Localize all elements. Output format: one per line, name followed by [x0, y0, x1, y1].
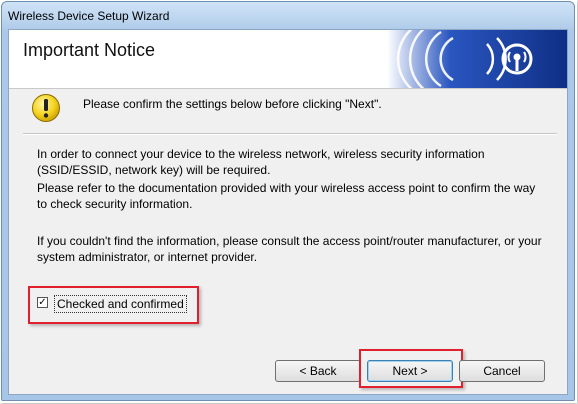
notice-row: Please confirm the settings below before…	[9, 90, 567, 134]
divider	[23, 133, 557, 135]
page-title: Important Notice	[23, 40, 156, 60]
back-button[interactable]: < Back	[275, 360, 361, 382]
cancel-button[interactable]: Cancel	[459, 360, 545, 382]
checkbox-box[interactable]: ✓	[37, 297, 48, 308]
info-paragraph-2: Please refer to the documentation provid…	[37, 181, 536, 211]
wireless-signal-icon	[387, 30, 567, 88]
info-paragraph-1: In order to connect your device to the w…	[37, 147, 485, 177]
next-button[interactable]: Next >	[367, 360, 453, 382]
title-bar: Wireless Device Setup Wizard	[2, 2, 574, 30]
window-title: Wireless Device Setup Wizard	[8, 9, 170, 23]
info-paragraph-3: If you couldn't find the information, pl…	[37, 234, 542, 264]
wizard-client-area: Important Notice Please confirm the sett…	[8, 29, 568, 395]
wizard-window: Wireless Device Setup Wizard Important N…	[1, 1, 575, 401]
warning-icon	[32, 94, 60, 122]
notice-text: Please confirm the settings below before…	[83, 97, 382, 111]
checkbox-label[interactable]: Checked and confirmed	[54, 295, 187, 313]
wizard-header: Important Notice	[9, 30, 567, 89]
